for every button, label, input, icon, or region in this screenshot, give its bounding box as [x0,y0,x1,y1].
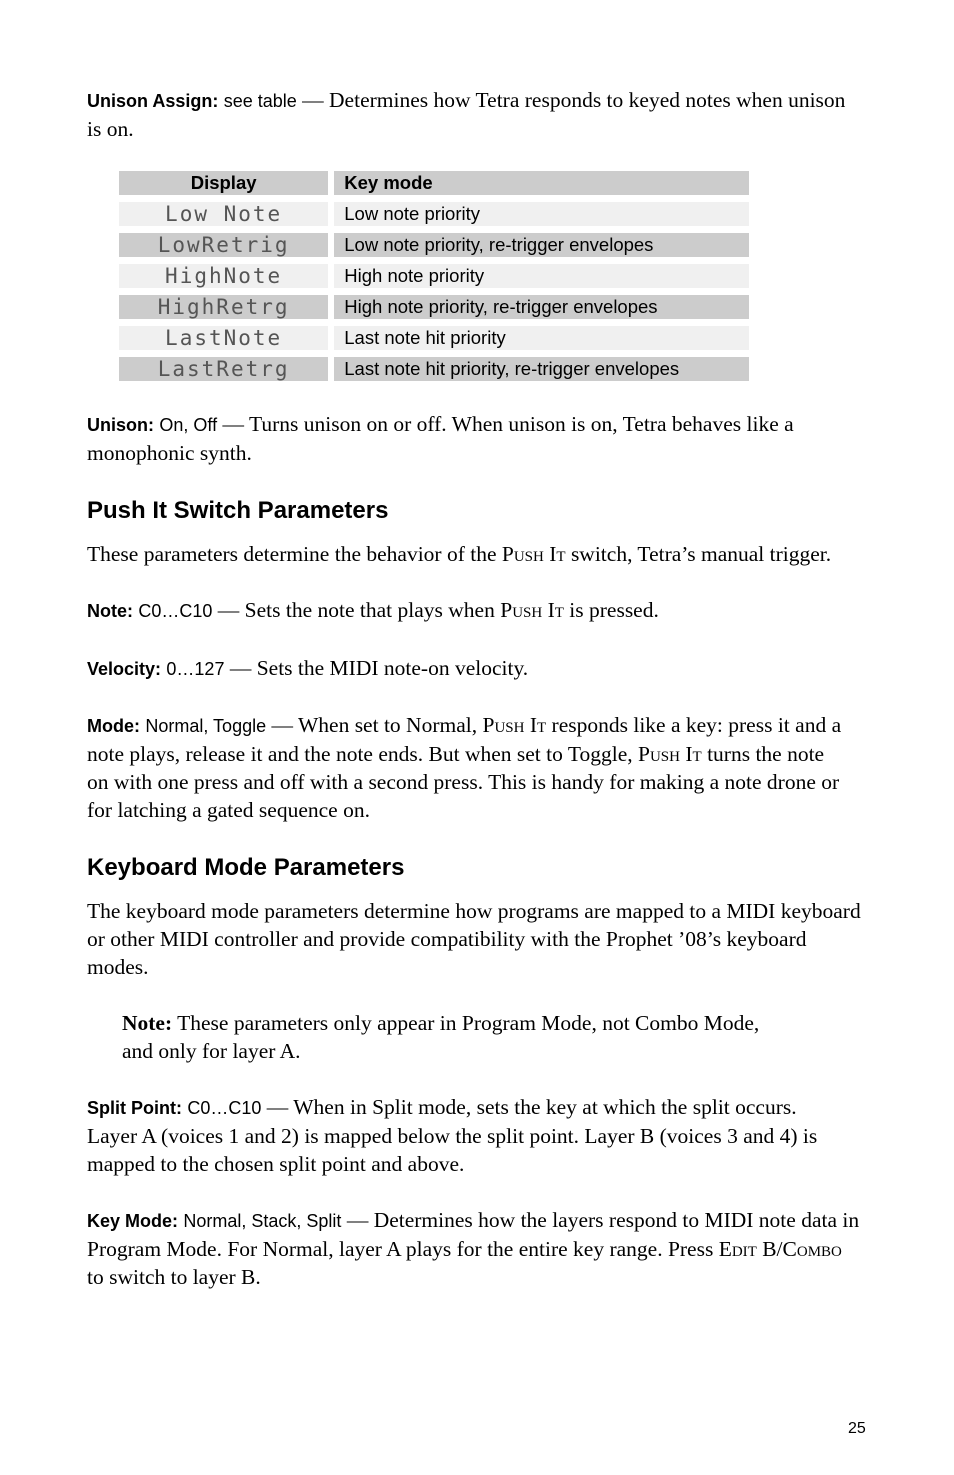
unison-assign-param: Unison Assign: see table — Determines ho… [87,86,847,143]
key-mode-param: Key Mode: Normal, Stack, Split — Determi… [87,1206,862,1291]
param-desc: Sets the MIDI note-on velocity. [256,656,529,680]
param-values: C0…C10 [187,1098,262,1118]
section-heading: Keyboard Mode Parameters [87,854,405,881]
dash: — [266,713,298,737]
table-header-row: Display Key mode [119,171,749,195]
param-values: 0…127 [166,659,225,679]
header-display: Display [119,171,329,195]
document-page: Unison Assign: see table — Determines ho… [87,86,867,143]
table-row: LastRetrg Last note hit priority, re-tri… [119,357,749,381]
mode-cell: High note priority [334,264,749,288]
note-label: Note: [122,1011,173,1035]
velocity-param: Velocity: 0…127 — Sets the MIDI note-on … [87,654,867,683]
unison-assign-table: Display Key mode Low Note Low note prior… [119,171,749,388]
param-desc: When set to Normal, [297,713,483,737]
param-values: On, Off [159,415,218,435]
page-number: 25 [848,1420,866,1437]
mode-param: Mode: Normal, Toggle — When set to Norma… [87,711,847,824]
table-row: HighRetrg High note priority, re-trigger… [119,295,749,319]
unison-param: Unison: On, Off — Turns unison on or off… [87,410,847,467]
note-callout: Note: These parameters only appear in Pr… [122,1009,782,1065]
table-row: Low Note Low note priority [119,202,749,226]
note-param: Note: C0…C10 — Sets the note that plays … [87,596,867,625]
param-desc: Sets the note that plays when [244,598,501,622]
mode-cell: Low note priority [334,202,749,226]
param-values: Normal, Toggle [145,716,267,736]
section-heading: Push It Switch Parameters [87,497,389,524]
dash: — [341,1208,374,1232]
intro-text: These parameters determine the behavior … [87,542,502,566]
mode-cell: Last note hit priority, re-trigger envel… [334,357,749,381]
display-cell: LastRetrg [119,357,329,381]
display-cell: LastNote [119,326,329,350]
dash: — [296,88,330,112]
mode-cell: Low note priority, re-trigger envelopes [334,233,749,257]
param-desc: is pressed. [563,598,659,622]
display-cell: LowRetrig [119,233,329,257]
param-label: Unison: [87,415,154,435]
document-body: Unison: On, Off — Turns unison on or off… [87,410,867,1291]
param-values: see table [223,91,297,111]
param-values: C0…C10 [138,601,213,621]
mode-cell: High note priority, re-trigger envelopes [334,295,749,319]
intro-text: switch, Tetra’s manual trigger. [565,542,832,566]
mode-cell: Last note hit priority [334,326,749,350]
switch-name: Push It [482,713,547,737]
button-name: Edit B/Combo [718,1237,842,1261]
param-label: Mode: [87,716,140,736]
switch-name: Push It [638,742,702,766]
switch-name: Push It [500,598,564,622]
header-key-mode: Key mode [334,171,749,195]
dash: — [212,598,245,622]
param-values: Normal, Stack, Split [183,1211,342,1231]
table-row: LowRetrig Low note priority, re-trigger … [119,233,749,257]
switch-name: Push It [501,542,566,566]
dash: — [224,656,257,680]
table-row: LastNote Last note hit priority [119,326,749,350]
param-label: Split Point: [87,1098,182,1118]
param-label: Note: [87,601,133,621]
param-label: Velocity: [87,659,162,679]
dash: — [217,412,249,436]
param-label: Unison Assign: [87,91,219,111]
param-label: Key Mode: [87,1211,179,1231]
note-text: These parameters only appear in Program … [122,1011,760,1063]
split-point-param: Split Point: C0…C10 — When in Split mode… [87,1093,832,1178]
section-intro: These parameters determine the behavior … [87,540,862,568]
param-desc: to switch to layer B. [87,1265,261,1289]
section-intro: The keyboard mode parameters determine h… [87,899,861,979]
display-cell: HighNote [119,264,329,288]
display-cell: HighRetrg [119,295,329,319]
table-row: HighNote High note priority [119,264,749,288]
dash: — [261,1095,294,1119]
display-cell: Low Note [119,202,329,226]
